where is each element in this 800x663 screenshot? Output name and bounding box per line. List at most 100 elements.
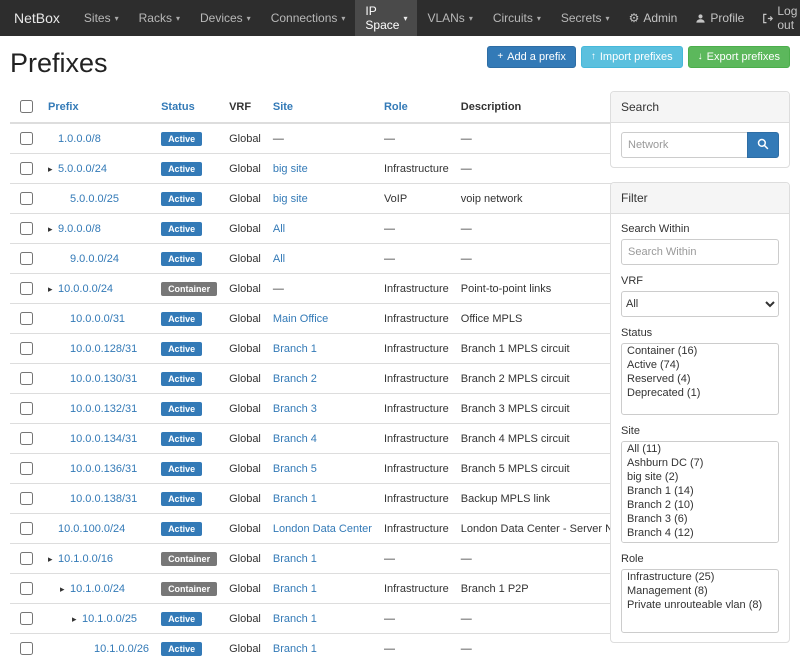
listbox-option[interactable]: Branch 1 (14)	[622, 484, 778, 498]
listbox-option[interactable]: Container (16)	[622, 344, 778, 358]
row-checkbox[interactable]	[20, 402, 33, 415]
prefix-link[interactable]: 10.0.0.130/31	[70, 373, 137, 385]
download-icon: ↓	[698, 52, 703, 62]
listbox-option[interactable]: Ashburn DC (7)	[622, 456, 778, 470]
row-checkbox[interactable]	[20, 492, 33, 505]
prefix-link[interactable]: 10.0.100.0/24	[58, 523, 125, 535]
listbox-option[interactable]: All (11)	[622, 442, 778, 456]
listbox-option[interactable]: Branch 3 (6)	[622, 512, 778, 526]
prefix-link[interactable]: 10.0.0.132/31	[70, 403, 137, 415]
export-prefixes-button[interactable]: ↓ Export prefixes	[688, 46, 790, 68]
prefix-link[interactable]: 10.0.0.0/31	[70, 313, 125, 325]
profile-link[interactable]: Profile	[686, 0, 753, 36]
listbox-option[interactable]: Management (8)	[622, 584, 778, 598]
prefix-link[interactable]: 10.1.0.0/24	[70, 583, 125, 595]
row-checkbox[interactable]	[20, 282, 33, 295]
sort-role-header[interactable]: Role	[384, 101, 408, 113]
site-link[interactable]: Branch 1	[273, 493, 317, 505]
search-input[interactable]	[621, 132, 748, 158]
prefix-link[interactable]: 10.1.0.0/16	[58, 553, 113, 565]
status-listbox[interactable]: Container (16)Active (74)Reserved (4)Dep…	[621, 343, 779, 415]
prefix-link[interactable]: 10.0.0.138/31	[70, 493, 137, 505]
row-checkbox[interactable]	[20, 612, 33, 625]
listbox-option[interactable]: Private unrouteable vlan (8)	[622, 598, 778, 612]
search-within-input[interactable]	[621, 239, 779, 265]
nav-item-sites[interactable]: Sites ▾	[74, 0, 129, 36]
row-checkbox[interactable]	[20, 432, 33, 445]
listbox-option[interactable]: Branch 2 (10)	[622, 498, 778, 512]
prefix-link[interactable]: 5.0.0.0/25	[70, 193, 119, 205]
prefix-link[interactable]: 10.1.0.0/26	[94, 643, 149, 655]
listbox-option[interactable]: big site (2)	[622, 470, 778, 484]
add-prefix-button[interactable]: + Add a prefix	[487, 46, 576, 68]
nav-item-ip-space[interactable]: IP Space ▾	[355, 0, 417, 36]
site-link[interactable]: Branch 1	[273, 553, 317, 565]
sort-site-header[interactable]: Site	[273, 101, 293, 113]
site-link[interactable]: Branch 1	[273, 613, 317, 625]
site-link[interactable]: Branch 3	[273, 403, 317, 415]
row-checkbox[interactable]	[20, 522, 33, 535]
row-checkbox[interactable]	[20, 312, 33, 325]
row-checkbox[interactable]	[20, 222, 33, 235]
row-checkbox[interactable]	[20, 582, 33, 595]
nav-item-connections[interactable]: Connections ▾	[261, 0, 356, 36]
nav-item-vlans[interactable]: VLANs ▾	[417, 0, 482, 36]
row-checkbox[interactable]	[20, 342, 33, 355]
listbox-option[interactable]: Reserved (4)	[622, 372, 778, 386]
listbox-option[interactable]: Branch 5 (7)	[622, 540, 778, 543]
prefix-link[interactable]: 10.0.0.136/31	[70, 463, 137, 475]
row-checkbox[interactable]	[20, 372, 33, 385]
site-link[interactable]: All	[273, 223, 285, 235]
role-cell: Infrastructure	[378, 424, 455, 454]
prefix-link[interactable]: 1.0.0.0/8	[58, 133, 101, 145]
import-prefixes-button[interactable]: ↑ Import prefixes	[581, 46, 683, 68]
logout-link[interactable]: Log out	[753, 0, 800, 36]
table-row: 10.0.0.128/31 Active Global Branch 1 Inf…	[10, 334, 651, 364]
nav-item-devices[interactable]: Devices ▾	[190, 0, 261, 36]
site-link[interactable]: Branch 1	[273, 343, 317, 355]
row-checkbox[interactable]	[20, 162, 33, 175]
search-button[interactable]	[747, 132, 779, 158]
site-link[interactable]: big site	[273, 193, 308, 205]
prefix-link[interactable]: 9.0.0.0/24	[70, 253, 119, 265]
sort-status-header[interactable]: Status	[161, 101, 195, 113]
site-listbox[interactable]: All (11)Ashburn DC (7)big site (2)Branch…	[621, 441, 779, 543]
prefix-link[interactable]: 10.0.0.134/31	[70, 433, 137, 445]
prefix-link[interactable]: 9.0.0.0/8	[58, 223, 101, 235]
site-link[interactable]: Branch 2	[273, 373, 317, 385]
vrf-select[interactable]: All	[621, 291, 779, 317]
listbox-option[interactable]: Deprecated (1)	[622, 386, 778, 400]
row-checkbox[interactable]	[20, 642, 33, 655]
prefix-link[interactable]: 10.0.0.0/24	[58, 283, 113, 295]
prefix-link[interactable]: 10.0.0.128/31	[70, 343, 137, 355]
row-checkbox[interactable]	[20, 132, 33, 145]
site-link[interactable]: Branch 4	[273, 433, 317, 445]
site-link[interactable]: Branch 1	[273, 643, 317, 655]
indent-spacer	[48, 621, 72, 622]
site-link[interactable]: big site	[273, 163, 308, 175]
listbox-option[interactable]: Infrastructure (25)	[622, 570, 778, 584]
row-checkbox[interactable]	[20, 462, 33, 475]
site-link[interactable]: Main Office	[273, 313, 328, 325]
site-link[interactable]: Branch 5	[273, 463, 317, 475]
row-checkbox[interactable]	[20, 192, 33, 205]
status-badge: Active	[161, 522, 202, 536]
role-listbox[interactable]: Infrastructure (25)Management (8)Private…	[621, 569, 779, 633]
admin-link[interactable]: ⚙ Admin	[620, 0, 687, 36]
prefix-link[interactable]: 5.0.0.0/24	[58, 163, 107, 175]
site-link[interactable]: All	[273, 253, 285, 265]
site-link[interactable]: Branch 1	[273, 583, 317, 595]
listbox-option[interactable]: Branch 4 (12)	[622, 526, 778, 540]
nav-item-racks[interactable]: Racks ▾	[129, 0, 190, 36]
row-checkbox[interactable]	[20, 252, 33, 265]
select-all-checkbox[interactable]	[20, 100, 33, 113]
vrf-cell: Global	[223, 184, 267, 214]
sort-prefix-header[interactable]: Prefix	[48, 101, 79, 113]
app-logo[interactable]: NetBox	[0, 0, 74, 36]
listbox-option[interactable]: Active (74)	[622, 358, 778, 372]
nav-item-secrets[interactable]: Secrets ▾	[551, 0, 620, 36]
site-link[interactable]: London Data Center	[273, 523, 372, 535]
nav-item-circuits[interactable]: Circuits ▾	[483, 0, 551, 36]
prefix-link[interactable]: 10.1.0.0/25	[82, 613, 137, 625]
row-checkbox[interactable]	[20, 552, 33, 565]
